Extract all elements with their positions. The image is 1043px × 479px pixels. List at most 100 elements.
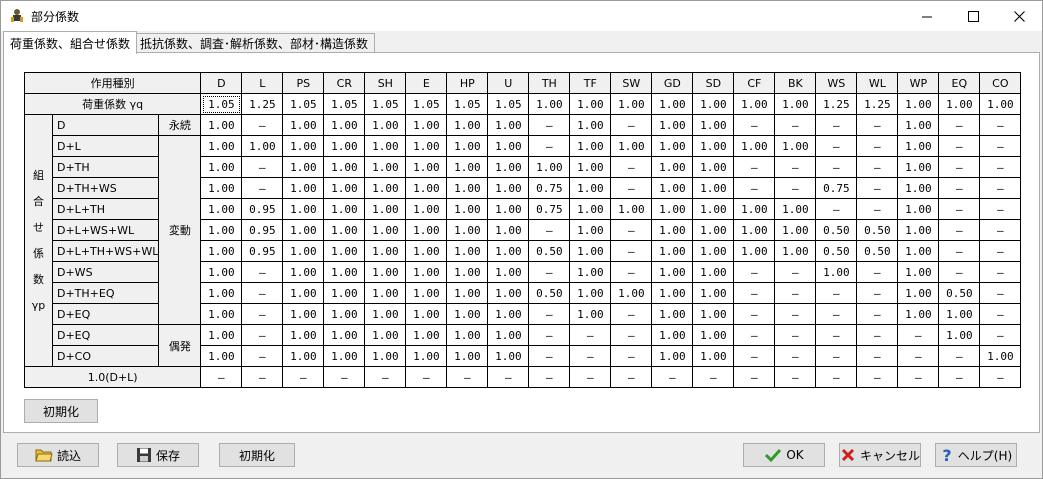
factor-cell[interactable]: — bbox=[938, 240, 981, 262]
factor-cell[interactable]: 1.00 bbox=[569, 261, 612, 283]
factor-cell[interactable]: — bbox=[979, 135, 1022, 157]
factor-cell[interactable]: — bbox=[815, 114, 858, 136]
factor-cell[interactable]: 1.00 bbox=[487, 324, 530, 346]
factor-cell[interactable]: 1.00 bbox=[897, 114, 940, 136]
factor-cell[interactable]: — bbox=[610, 324, 653, 346]
factor-cell[interactable]: — bbox=[938, 135, 981, 157]
init-button[interactable]: 初期化 bbox=[219, 443, 295, 467]
factor-cell[interactable]: — bbox=[856, 198, 899, 220]
factor-cell[interactable]: — bbox=[774, 261, 817, 283]
footer-cell[interactable]: — bbox=[774, 366, 817, 388]
factor-cell[interactable]: 1.00 bbox=[200, 135, 243, 157]
factor-cell[interactable]: 1.00 bbox=[897, 261, 940, 283]
factor-cell[interactable]: 0.50 bbox=[815, 240, 858, 262]
factor-cell[interactable]: 1.00 bbox=[323, 303, 366, 325]
factor-cell[interactable]: 1.00 bbox=[282, 177, 325, 199]
maximize-button[interactable] bbox=[950, 1, 996, 31]
load-factor-cell[interactable]: 1.00 bbox=[938, 93, 981, 115]
factor-cell[interactable]: 1.00 bbox=[364, 303, 407, 325]
factor-cell[interactable]: 1.00 bbox=[692, 156, 735, 178]
factor-cell[interactable]: 1.00 bbox=[364, 156, 407, 178]
factor-cell[interactable]: — bbox=[774, 156, 817, 178]
factor-cell[interactable]: 1.00 bbox=[733, 198, 776, 220]
factor-cell[interactable]: 1.00 bbox=[282, 282, 325, 304]
factor-cell[interactable]: 1.00 bbox=[487, 177, 530, 199]
factor-cell[interactable]: 1.00 bbox=[692, 324, 735, 346]
load-factor-cell[interactable]: 1.05 bbox=[200, 93, 243, 115]
footer-cell[interactable]: — bbox=[200, 366, 243, 388]
factor-cell[interactable]: 1.00 bbox=[569, 114, 612, 136]
factor-cell[interactable]: 1.00 bbox=[651, 177, 694, 199]
factor-cell[interactable]: 1.00 bbox=[200, 282, 243, 304]
load-factor-cell[interactable]: 1.25 bbox=[241, 93, 284, 115]
factor-cell[interactable]: 1.00 bbox=[323, 177, 366, 199]
factor-cell[interactable]: — bbox=[241, 282, 284, 304]
factor-cell[interactable]: 0.50 bbox=[938, 282, 981, 304]
load-factor-cell[interactable]: 1.00 bbox=[692, 93, 735, 115]
factor-cell[interactable]: 1.00 bbox=[405, 261, 448, 283]
factor-cell[interactable]: — bbox=[610, 156, 653, 178]
factor-cell[interactable]: 1.00 bbox=[774, 219, 817, 241]
factor-cell[interactable]: 1.00 bbox=[487, 156, 530, 178]
factor-cell[interactable]: 1.00 bbox=[364, 198, 407, 220]
factor-cell[interactable]: — bbox=[815, 345, 858, 367]
factor-cell[interactable]: 1.00 bbox=[651, 282, 694, 304]
factor-cell[interactable]: 1.00 bbox=[446, 282, 489, 304]
factor-cell[interactable]: 1.00 bbox=[323, 282, 366, 304]
factor-cell[interactable]: — bbox=[241, 177, 284, 199]
factor-cell[interactable]: 1.00 bbox=[651, 198, 694, 220]
factor-cell[interactable]: 1.00 bbox=[487, 114, 530, 136]
factor-cell[interactable]: 1.00 bbox=[487, 261, 530, 283]
factor-cell[interactable]: — bbox=[979, 240, 1022, 262]
factor-cell[interactable]: — bbox=[938, 345, 981, 367]
footer-cell[interactable]: — bbox=[610, 366, 653, 388]
factor-cell[interactable]: — bbox=[733, 177, 776, 199]
factor-cell[interactable]: — bbox=[897, 324, 940, 346]
factor-cell[interactable]: 1.00 bbox=[610, 135, 653, 157]
factor-cell[interactable]: 1.00 bbox=[897, 198, 940, 220]
factor-cell[interactable]: 0.95 bbox=[241, 240, 284, 262]
factor-cell[interactable]: — bbox=[938, 156, 981, 178]
load-factor-cell[interactable]: 1.00 bbox=[979, 93, 1022, 115]
factor-cell[interactable]: 1.00 bbox=[651, 114, 694, 136]
load-factor-cell[interactable]: 1.05 bbox=[487, 93, 530, 115]
factor-cell[interactable]: — bbox=[528, 345, 571, 367]
factor-cell[interactable]: 1.00 bbox=[651, 156, 694, 178]
factor-cell[interactable]: — bbox=[938, 261, 981, 283]
factor-cell[interactable]: — bbox=[610, 219, 653, 241]
load-button[interactable]: 読込 bbox=[17, 443, 99, 467]
footer-cell[interactable]: — bbox=[979, 366, 1022, 388]
load-factor-cell[interactable]: 1.25 bbox=[856, 93, 899, 115]
footer-cell[interactable]: — bbox=[897, 366, 940, 388]
load-factor-cell[interactable]: 1.00 bbox=[528, 93, 571, 115]
ok-button[interactable]: OK bbox=[743, 443, 825, 467]
factor-cell[interactable]: — bbox=[938, 198, 981, 220]
factor-cell[interactable]: — bbox=[815, 324, 858, 346]
factor-cell[interactable]: — bbox=[241, 303, 284, 325]
factor-cell[interactable]: 1.00 bbox=[446, 198, 489, 220]
footer-cell[interactable]: — bbox=[651, 366, 694, 388]
factor-cell[interactable]: 1.00 bbox=[364, 324, 407, 346]
factor-cell[interactable]: 1.00 bbox=[364, 114, 407, 136]
factor-cell[interactable]: 1.00 bbox=[528, 156, 571, 178]
panel-init-button[interactable]: 初期化 bbox=[24, 399, 98, 423]
factor-cell[interactable]: 1.00 bbox=[815, 261, 858, 283]
factor-cell[interactable]: — bbox=[610, 114, 653, 136]
factor-cell[interactable]: 1.00 bbox=[774, 240, 817, 262]
factor-cell[interactable]: — bbox=[774, 282, 817, 304]
factor-cell[interactable]: 0.50 bbox=[856, 240, 899, 262]
factor-cell[interactable]: 1.00 bbox=[446, 219, 489, 241]
factor-cell[interactable]: 1.00 bbox=[487, 135, 530, 157]
factor-cell[interactable]: 1.00 bbox=[282, 261, 325, 283]
factor-cell[interactable]: 1.00 bbox=[692, 303, 735, 325]
factor-cell[interactable]: — bbox=[569, 345, 612, 367]
factor-cell[interactable]: 1.00 bbox=[200, 240, 243, 262]
factor-cell[interactable]: 1.00 bbox=[405, 282, 448, 304]
factor-cell[interactable]: 1.00 bbox=[446, 324, 489, 346]
load-factor-cell[interactable]: 1.05 bbox=[282, 93, 325, 115]
factor-cell[interactable]: 1.00 bbox=[200, 156, 243, 178]
factor-cell[interactable]: 1.00 bbox=[282, 156, 325, 178]
factor-cell[interactable]: 1.00 bbox=[692, 345, 735, 367]
footer-cell[interactable]: — bbox=[282, 366, 325, 388]
factor-cell[interactable]: 1.00 bbox=[446, 114, 489, 136]
